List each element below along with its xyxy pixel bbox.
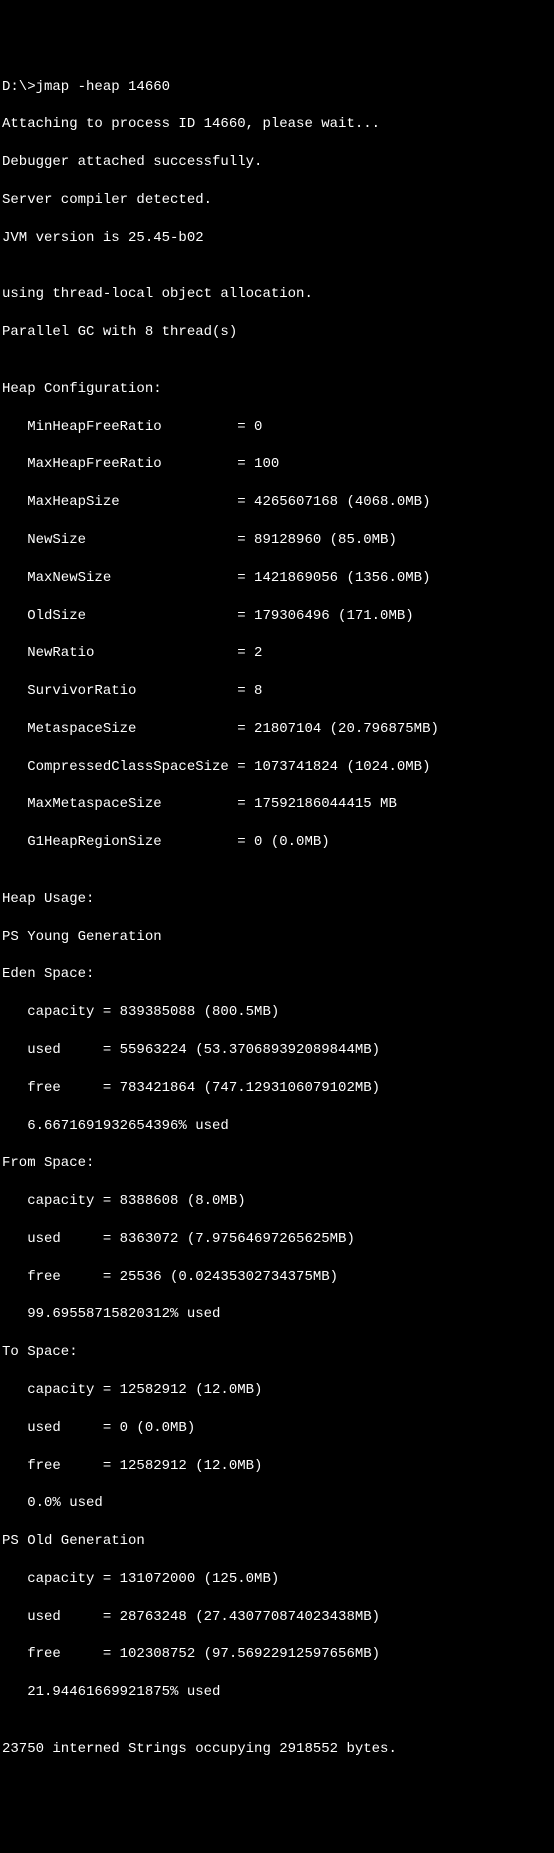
eden-free: free = 783421864 (747.1293106079102MB) — [2, 1079, 552, 1098]
g1-heap-region-size: G1HeapRegionSize = 0 (0.0MB) — [2, 833, 552, 852]
to-free: free = 12582912 (12.0MB) — [2, 1457, 552, 1476]
interned-strings: 23750 interned Strings occupying 2918552… — [2, 1740, 552, 1759]
from-percent-used: 99.69558715820312% used — [2, 1305, 552, 1324]
survivor-ratio: SurvivorRatio = 8 — [2, 682, 552, 701]
max-heap-size: MaxHeapSize = 4265607168 (4068.0MB) — [2, 493, 552, 512]
new-size: NewSize = 89128960 (85.0MB) — [2, 531, 552, 550]
command-prompt[interactable]: D:\>jmap -heap 14660 — [2, 78, 552, 97]
metaspace-size: MetaspaceSize = 21807104 (20.796875MB) — [2, 720, 552, 739]
new-ratio: NewRatio = 2 — [2, 644, 552, 663]
to-percent-used: 0.0% used — [2, 1494, 552, 1513]
gc-line: Parallel GC with 8 thread(s) — [2, 323, 552, 342]
thread-local-line: using thread-local object allocation. — [2, 285, 552, 304]
debugger-line: Debugger attached successfully. — [2, 153, 552, 172]
max-new-size: MaxNewSize = 1421869056 (1356.0MB) — [2, 569, 552, 588]
old-free: free = 102308752 (97.56922912597656MB) — [2, 1645, 552, 1664]
old-size: OldSize = 179306496 (171.0MB) — [2, 607, 552, 626]
to-used: used = 0 (0.0MB) — [2, 1419, 552, 1438]
eden-used: used = 55963224 (53.370689392089844MB) — [2, 1041, 552, 1060]
to-space-header: To Space: — [2, 1343, 552, 1362]
max-heap-free-ratio: MaxHeapFreeRatio = 100 — [2, 455, 552, 474]
from-capacity: capacity = 8388608 (8.0MB) — [2, 1192, 552, 1211]
jvm-version-line: JVM version is 25.45-b02 — [2, 229, 552, 248]
min-heap-free-ratio: MinHeapFreeRatio = 0 — [2, 418, 552, 437]
attaching-line: Attaching to process ID 14660, please wa… — [2, 115, 552, 134]
from-free: free = 25536 (0.02435302734375MB) — [2, 1268, 552, 1287]
old-percent-used: 21.94461669921875% used — [2, 1683, 552, 1702]
ps-young-generation: PS Young Generation — [2, 928, 552, 947]
from-space-header: From Space: — [2, 1154, 552, 1173]
eden-space-header: Eden Space: — [2, 965, 552, 984]
heap-config-header: Heap Configuration: — [2, 380, 552, 399]
old-capacity: capacity = 131072000 (125.0MB) — [2, 1570, 552, 1589]
to-capacity: capacity = 12582912 (12.0MB) — [2, 1381, 552, 1400]
from-used: used = 8363072 (7.97564697265625MB) — [2, 1230, 552, 1249]
eden-capacity: capacity = 839385088 (800.5MB) — [2, 1003, 552, 1022]
server-line: Server compiler detected. — [2, 191, 552, 210]
compressed-class-space-size: CompressedClassSpaceSize = 1073741824 (1… — [2, 758, 552, 777]
ps-old-generation: PS Old Generation — [2, 1532, 552, 1551]
max-metaspace-size: MaxMetaspaceSize = 17592186044415 MB — [2, 795, 552, 814]
eden-percent-used: 6.6671691932654396% used — [2, 1117, 552, 1136]
heap-usage-header: Heap Usage: — [2, 890, 552, 909]
old-used: used = 28763248 (27.430770874023438MB) — [2, 1608, 552, 1627]
